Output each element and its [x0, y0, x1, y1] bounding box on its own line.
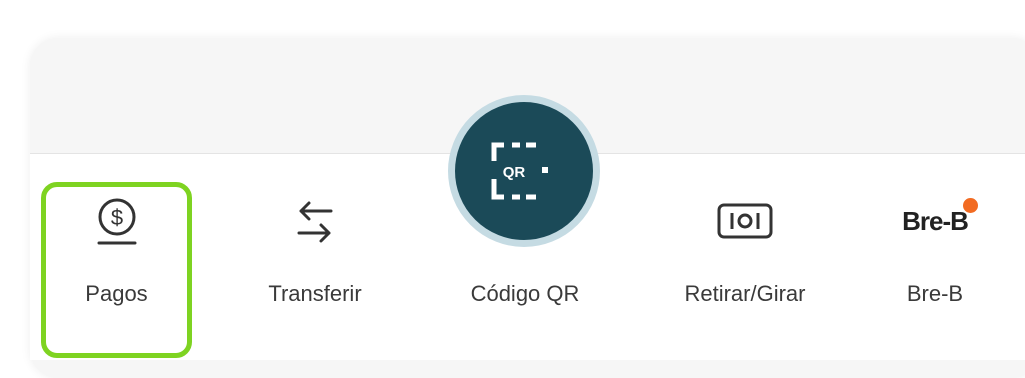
withdraw-card-icon	[717, 203, 773, 239]
selection-highlight	[41, 182, 192, 358]
nav-label-transferir: Transferir	[268, 281, 362, 306]
nav-label-bre-b: Bre-B	[906, 281, 964, 306]
notification-dot	[962, 197, 978, 213]
transfer-arrows-icon	[297, 201, 333, 243]
nav-label-retirar-girar: Retirar/Girar	[684, 281, 806, 306]
icon-container	[715, 185, 775, 257]
bre-b-logo: Bre-B	[902, 197, 978, 237]
bre-b-logo-text: Bre-B	[902, 205, 969, 236]
nav-item-transferir[interactable]: Transferir	[240, 155, 390, 355]
icon-container: Bre-B	[902, 185, 978, 257]
nav-item-codigo-qr[interactable]: Código QR	[445, 155, 605, 355]
nav-item-bre-b[interactable]: Bre-B Bre-B	[870, 155, 1000, 355]
nav-label-codigo-qr: Código QR	[470, 281, 580, 306]
icon-container	[287, 185, 343, 257]
nav-item-retirar-girar[interactable]: Retirar/Girar	[655, 155, 835, 355]
